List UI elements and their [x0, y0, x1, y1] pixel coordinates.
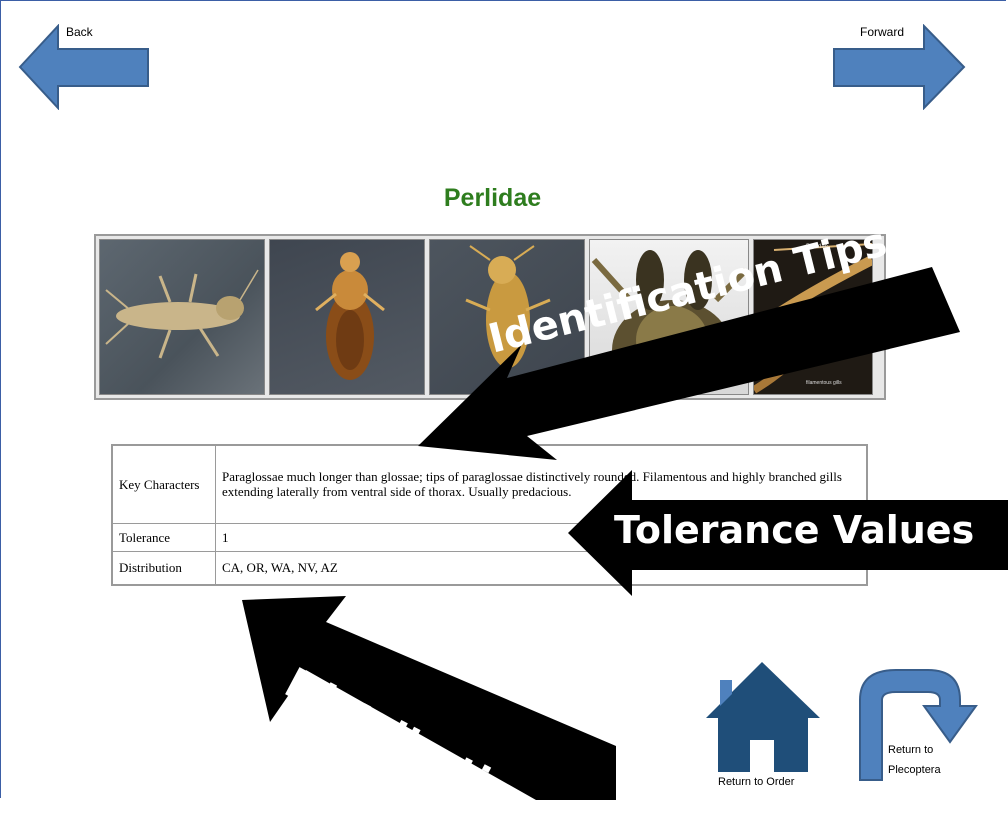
page-title: Perlidae [443, 184, 542, 212]
return-to-plecoptera-label: Return to Plecoptera [888, 744, 941, 776]
return-to-plecoptera-button[interactable]: Return to Plecoptera [856, 660, 982, 794]
return-to-order-button[interactable]: Return to Order [704, 660, 828, 794]
return-to-order-label: Return to Order [718, 776, 795, 788]
back-button[interactable]: Back [18, 24, 150, 110]
forward-label: Forward [860, 25, 905, 39]
row-label-distribution: Distribution [111, 550, 216, 586]
home-icon [706, 662, 820, 772]
row-label-key-characters: Key Characters [111, 444, 216, 524]
forward-button[interactable]: Forward [832, 24, 966, 110]
back-label: Back [66, 25, 93, 39]
gallery-photo-1[interactable] [99, 239, 265, 395]
gallery-photo-2[interactable] [269, 239, 425, 395]
tolerance-values-label: Tolerance Values [614, 508, 975, 552]
row-label-tolerance: Tolerance [111, 522, 216, 552]
